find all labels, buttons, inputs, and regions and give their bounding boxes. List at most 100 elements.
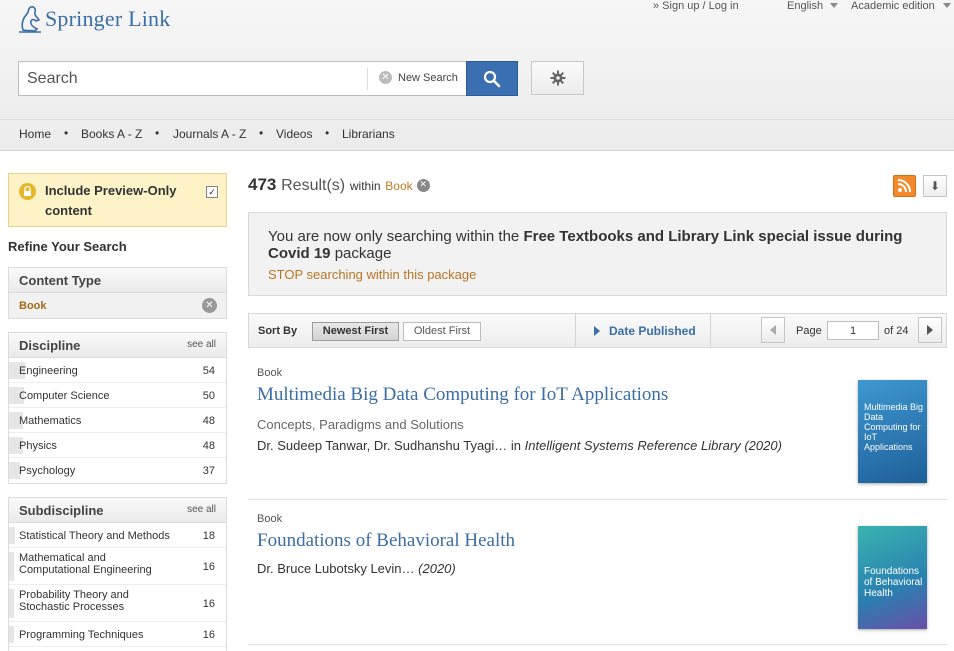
count-bar bbox=[9, 552, 14, 581]
nav-separator: • bbox=[259, 126, 264, 140]
facet-item-name: Book bbox=[19, 300, 47, 312]
nav-books-a-z[interactable]: Books A - Z bbox=[81, 127, 142, 141]
next-page-button[interactable] bbox=[918, 317, 942, 343]
page-total: of 24 bbox=[884, 325, 909, 337]
facet-item-count: 37 bbox=[202, 465, 215, 477]
sort-newest-first[interactable]: Newest First bbox=[312, 322, 399, 341]
see-all-link[interactable]: see all bbox=[187, 504, 216, 515]
discipline-facet: Discipline see all Engineering 54 Comput… bbox=[8, 332, 227, 484]
lock-icon bbox=[19, 183, 36, 200]
result-subtitle: Concepts, Paradigms and Solutions bbox=[257, 417, 464, 432]
count-bar bbox=[9, 626, 14, 643]
arrow-left-icon bbox=[770, 325, 776, 335]
facet-item-count: 16 bbox=[202, 629, 215, 641]
facet-title: Discipline bbox=[19, 338, 81, 353]
facet-item[interactable]: Programming Techniques 16 bbox=[9, 622, 226, 647]
arrow-right-icon bbox=[927, 325, 933, 335]
facet-item-name: Mathematics bbox=[19, 415, 82, 427]
facet-item-name: Statistical Theory and Methods bbox=[19, 530, 170, 542]
cover-title: Multimedia Big Data Computing for IoT Ap… bbox=[864, 402, 924, 452]
facet-item-count: 48 bbox=[202, 440, 215, 452]
facet-item-name: Computer Science bbox=[19, 390, 110, 402]
book-cover[interactable]: Multimedia Big Data Computing for IoT Ap… bbox=[858, 380, 927, 483]
main-nav: Home • Books A - Z • Journals A - Z • Vi… bbox=[0, 119, 954, 150]
facet-item[interactable]: Mathematics 48 bbox=[9, 408, 226, 433]
facet-title: Subdiscipline bbox=[19, 503, 104, 518]
new-search-button[interactable]: ✕ New Search bbox=[379, 71, 458, 84]
nav-separator: • bbox=[325, 126, 330, 140]
nav-home[interactable]: Home bbox=[19, 127, 51, 141]
springer-link-logo[interactable]: Springer Link bbox=[17, 4, 170, 34]
rss-icon bbox=[897, 179, 911, 193]
search-icon bbox=[483, 70, 501, 87]
rss-feed-button[interactable] bbox=[893, 175, 916, 197]
facet-item[interactable]: Engineering 54 bbox=[9, 358, 226, 383]
nav-videos[interactable]: Videos bbox=[276, 127, 312, 141]
result-title[interactable]: Multimedia Big Data Computing for IoT Ap… bbox=[257, 384, 668, 406]
download-results-button[interactable]: ⬇ bbox=[923, 175, 947, 197]
preview-only-toggle[interactable]: Include Preview-Only content ✓ bbox=[8, 173, 227, 227]
result-year: (2020) bbox=[418, 561, 456, 576]
facet-item-count: 16 bbox=[202, 598, 215, 610]
nav-separator: • bbox=[64, 126, 69, 140]
date-published-filter[interactable]: Date Published bbox=[609, 324, 696, 338]
nav-journals-a-z[interactable]: Journals A - Z bbox=[173, 127, 246, 141]
remove-filter-icon[interactable]: ✕ bbox=[416, 179, 430, 193]
sort-oldest-first[interactable]: Oldest First bbox=[403, 322, 481, 341]
sort-bar: Sort By Newest First Oldest First Date P… bbox=[248, 313, 947, 348]
preview-label-line1: Include Preview-Only bbox=[45, 183, 177, 198]
facet-item[interactable]: Mathematical and Computational Engineeri… bbox=[9, 548, 226, 585]
content-type-facet: Content Type Book ✕ bbox=[8, 267, 227, 319]
results-count: 473 bbox=[248, 175, 277, 194]
facet-item-name: Mathematical and Computational Engineeri… bbox=[19, 552, 152, 576]
search-button[interactable] bbox=[466, 61, 518, 96]
result-item: Book Foundations of Behavioral Health Dr… bbox=[248, 500, 947, 645]
stop-searching-link[interactable]: STOP searching within this package bbox=[268, 267, 476, 282]
results-filter-book[interactable]: Book bbox=[385, 179, 412, 193]
result-in: in bbox=[510, 438, 522, 453]
result-title[interactable]: Foundations of Behavioral Health bbox=[257, 530, 515, 552]
edition-selector[interactable]: Academic edition bbox=[851, 0, 935, 12]
search-box: ✕ New Search bbox=[18, 61, 468, 96]
preview-checkbox[interactable]: ✓ bbox=[206, 186, 218, 198]
see-all-link[interactable]: see all bbox=[187, 339, 216, 350]
triangle-right-icon bbox=[594, 326, 600, 336]
search-divider bbox=[367, 68, 368, 90]
result-series[interactable]: Intelligent Systems Reference Library (2… bbox=[525, 438, 782, 453]
language-selector[interactable]: English bbox=[787, 0, 823, 12]
facet-item[interactable]: Psychology 37 bbox=[9, 458, 226, 483]
result-type: Book bbox=[257, 367, 283, 379]
facet-item-name: Engineering bbox=[19, 365, 78, 377]
result-authors[interactable]: Dr. Sudeep Tanwar, Dr. Sudhanshu Tyagi… bbox=[257, 438, 507, 453]
facet-title: Content Type bbox=[19, 273, 102, 288]
facet-item-name: Programming Techniques bbox=[19, 629, 144, 641]
facet-item-count: 48 bbox=[202, 415, 215, 427]
clear-icon: ✕ bbox=[379, 71, 392, 84]
facet-item-count: 18 bbox=[202, 530, 215, 542]
search-input[interactable] bbox=[27, 70, 357, 88]
package-notice: You are now only searching within the Fr… bbox=[248, 212, 947, 296]
result-meta: Dr. Bruce Lubotsky Levin… (2020) bbox=[257, 561, 456, 576]
facet-item-count: 16 bbox=[202, 561, 215, 573]
notice-prefix: You are now only searching within the bbox=[268, 228, 520, 245]
facet-item[interactable]: Statistical Theory and Methods 18 bbox=[9, 523, 226, 548]
remove-filter-icon[interactable]: ✕ bbox=[202, 298, 217, 313]
notice-suffix: package bbox=[334, 245, 392, 262]
book-cover[interactable]: Foundations of Behavioral Health bbox=[858, 526, 927, 629]
search-options-button[interactable] bbox=[531, 61, 584, 95]
facet-item[interactable]: Physics 48 bbox=[9, 433, 226, 458]
facet-item[interactable]: Probability Theory and Stochastic Proces… bbox=[9, 585, 226, 622]
facet-item[interactable]: Computer Science 50 bbox=[9, 383, 226, 408]
facet-selected-book[interactable]: Book ✕ bbox=[9, 293, 226, 318]
signup-login-link[interactable]: » Sign up / Log in bbox=[653, 0, 739, 12]
nav-librarians[interactable]: Librarians bbox=[342, 127, 395, 141]
language-caret-icon[interactable] bbox=[830, 3, 838, 8]
facet-item-name: Probability Theory and Stochastic Proces… bbox=[19, 589, 129, 613]
result-authors[interactable]: Dr. Bruce Lubotsky Levin… bbox=[257, 561, 415, 576]
page-number-input[interactable] bbox=[827, 321, 879, 340]
gear-icon bbox=[550, 70, 565, 86]
previous-page-button[interactable] bbox=[761, 317, 785, 343]
edition-caret-icon[interactable] bbox=[943, 3, 951, 8]
result-item: Book Multimedia Big Data Computing for I… bbox=[248, 360, 947, 500]
result-meta: Dr. Sudeep Tanwar, Dr. Sudhanshu Tyagi… … bbox=[257, 438, 782, 453]
